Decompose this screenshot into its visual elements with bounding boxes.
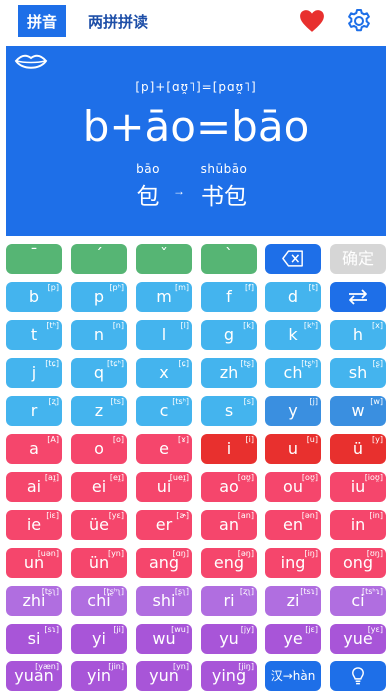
key-ui[interactable]: ui [ueɪ̯] <box>136 472 192 502</box>
key-ao[interactable]: ao [ɑʊ̯] <box>201 472 257 502</box>
key-e[interactable]: e [ɤ] <box>136 434 192 464</box>
key-yun[interactable]: yun [yn] <box>136 661 192 691</box>
ipa-formula: [p]+[ɑʊ̯˥]=[pɑʊ̯˥] <box>135 80 257 94</box>
key-ei[interactable]: ei [eɪ̯] <box>71 472 127 502</box>
pinyin-display-panel: [p]+[ɑʊ̯˥]=[pɑʊ̯˥] b+āo=bāo bāo 包 → shūb… <box>6 46 386 236</box>
example-word-1[interactable]: bāo 包 <box>128 162 168 211</box>
swap-button[interactable] <box>330 282 386 312</box>
key-u-umlaut[interactable]: ü [y] <box>330 434 386 464</box>
key-d[interactable]: d [t] <box>265 282 321 312</box>
key-an[interactable]: an [an] <box>201 510 257 540</box>
heart-icon[interactable] <box>299 9 325 33</box>
key-s[interactable]: s [s] <box>201 396 257 426</box>
key-in[interactable]: in [in] <box>330 510 386 540</box>
arrow-icon: → <box>173 184 185 198</box>
key-chi[interactable]: chi [tʂʰʅ] <box>71 586 127 616</box>
tone-4-key[interactable]: ˋ <box>201 244 257 274</box>
key-ci[interactable]: ci [tsʰɿ] <box>330 586 386 616</box>
example-word-2[interactable]: shūbāo 书包 <box>192 162 256 211</box>
key-i[interactable]: i [i] <box>201 434 257 464</box>
backspace-button[interactable] <box>265 244 321 274</box>
tab-pinyin[interactable]: 拼音 <box>18 5 66 37</box>
key-ue-umlaut[interactable]: üe [yɛ] <box>71 510 127 540</box>
key-ye[interactable]: ye [jɛ] <box>265 624 321 654</box>
example-1-hanzi: 包 <box>136 184 160 210</box>
key-ai[interactable]: ai [aɪ̯] <box>6 472 62 502</box>
key-p[interactable]: p [pʰ] <box>71 282 127 312</box>
confirm-button[interactable]: 确定 <box>330 244 386 274</box>
key-j[interactable]: j [tɕ] <box>6 358 62 388</box>
key-x[interactable]: x [ɕ] <box>136 358 192 388</box>
top-bar: 拼音 两拼拼读 <box>0 0 392 44</box>
key-ri[interactable]: ri [ʐʅ] <box>201 586 257 616</box>
pinyin-formula: b+āo=bāo <box>82 102 310 151</box>
translate-button[interactable]: 汉→hàn <box>265 661 321 691</box>
key-ing[interactable]: ing [iŋ] <box>265 548 321 578</box>
hint-button[interactable] <box>330 661 386 691</box>
key-zhi[interactable]: zhi [tʂʅ] <box>6 586 62 616</box>
key-r[interactable]: r [ʐ] <box>6 396 62 426</box>
key-b[interactable]: b [p] <box>6 282 62 312</box>
key-ang[interactable]: ang [ɑŋ] <box>136 548 192 578</box>
key-sh[interactable]: sh [ʂ] <box>330 358 386 388</box>
key-ch[interactable]: ch [tʂʰ] <box>265 358 321 388</box>
lightbulb-icon <box>352 667 364 685</box>
key-ong[interactable]: ong [ʊŋ] <box>330 548 386 578</box>
key-a[interactable]: a [A] <box>6 434 62 464</box>
key-er[interactable]: er [ɚ] <box>136 510 192 540</box>
key-yuan[interactable]: yuan [yæn] <box>6 661 62 691</box>
key-ou[interactable]: ou [oʊ̯] <box>265 472 321 502</box>
swap-icon <box>349 289 367 305</box>
key-k[interactable]: k [kʰ] <box>265 320 321 350</box>
key-yi[interactable]: yi [ji] <box>71 624 127 654</box>
key-yin[interactable]: yin [jin] <box>71 661 127 691</box>
key-wu[interactable]: wu [wu] <box>136 624 192 654</box>
key-m[interactable]: m [m] <box>136 282 192 312</box>
key-l[interactable]: l [l] <box>136 320 192 350</box>
lips-icon[interactable] <box>14 53 48 73</box>
key-iu[interactable]: iu [ioʊ̯] <box>330 472 386 502</box>
example-2-hanzi: 书包 <box>201 184 247 210</box>
key-f[interactable]: f [f] <box>201 282 257 312</box>
key-g[interactable]: g [k] <box>201 320 257 350</box>
key-o[interactable]: o [o] <box>71 434 127 464</box>
key-un[interactable]: un [uən] <box>6 548 62 578</box>
key-eng[interactable]: eng [əŋ] <box>201 548 257 578</box>
key-zi[interactable]: zi [tsɿ] <box>265 586 321 616</box>
tab-two-spelling[interactable]: 两拼拼读 <box>88 10 148 32</box>
key-un-umlaut[interactable]: ün [yn] <box>71 548 127 578</box>
key-y[interactable]: y [j] <box>265 396 321 426</box>
key-yue[interactable]: yue [yɛ] <box>330 624 386 654</box>
key-z[interactable]: z [ts] <box>71 396 127 426</box>
tone-2-key[interactable]: ˊ <box>71 244 127 274</box>
key-w[interactable]: w [w] <box>330 396 386 426</box>
key-si[interactable]: si [sɿ] <box>6 624 62 654</box>
key-en[interactable]: en [ən] <box>265 510 321 540</box>
tone-1-key[interactable]: ˉ <box>6 244 62 274</box>
key-ie[interactable]: ie [iɛ] <box>6 510 62 540</box>
backspace-icon <box>282 250 303 267</box>
key-yu[interactable]: yu [jy] <box>201 624 257 654</box>
key-ying[interactable]: ying [jiŋ] <box>201 661 257 691</box>
tone-3-key[interactable]: ˇ <box>136 244 192 274</box>
example-1-pinyin: bāo <box>136 162 160 176</box>
key-shi[interactable]: shi [ʂʅ] <box>136 586 192 616</box>
key-n[interactable]: n [n] <box>71 320 127 350</box>
key-h[interactable]: h [x] <box>330 320 386 350</box>
key-c[interactable]: c [tsʰ] <box>136 396 192 426</box>
key-t[interactable]: t [tʰ] <box>6 320 62 350</box>
example-2-pinyin: shūbāo <box>200 162 248 176</box>
key-u[interactable]: u [u] <box>265 434 321 464</box>
key-zh[interactable]: zh [tʂ] <box>201 358 257 388</box>
gear-icon[interactable] <box>346 8 372 34</box>
key-q[interactable]: q [tɕʰ] <box>71 358 127 388</box>
